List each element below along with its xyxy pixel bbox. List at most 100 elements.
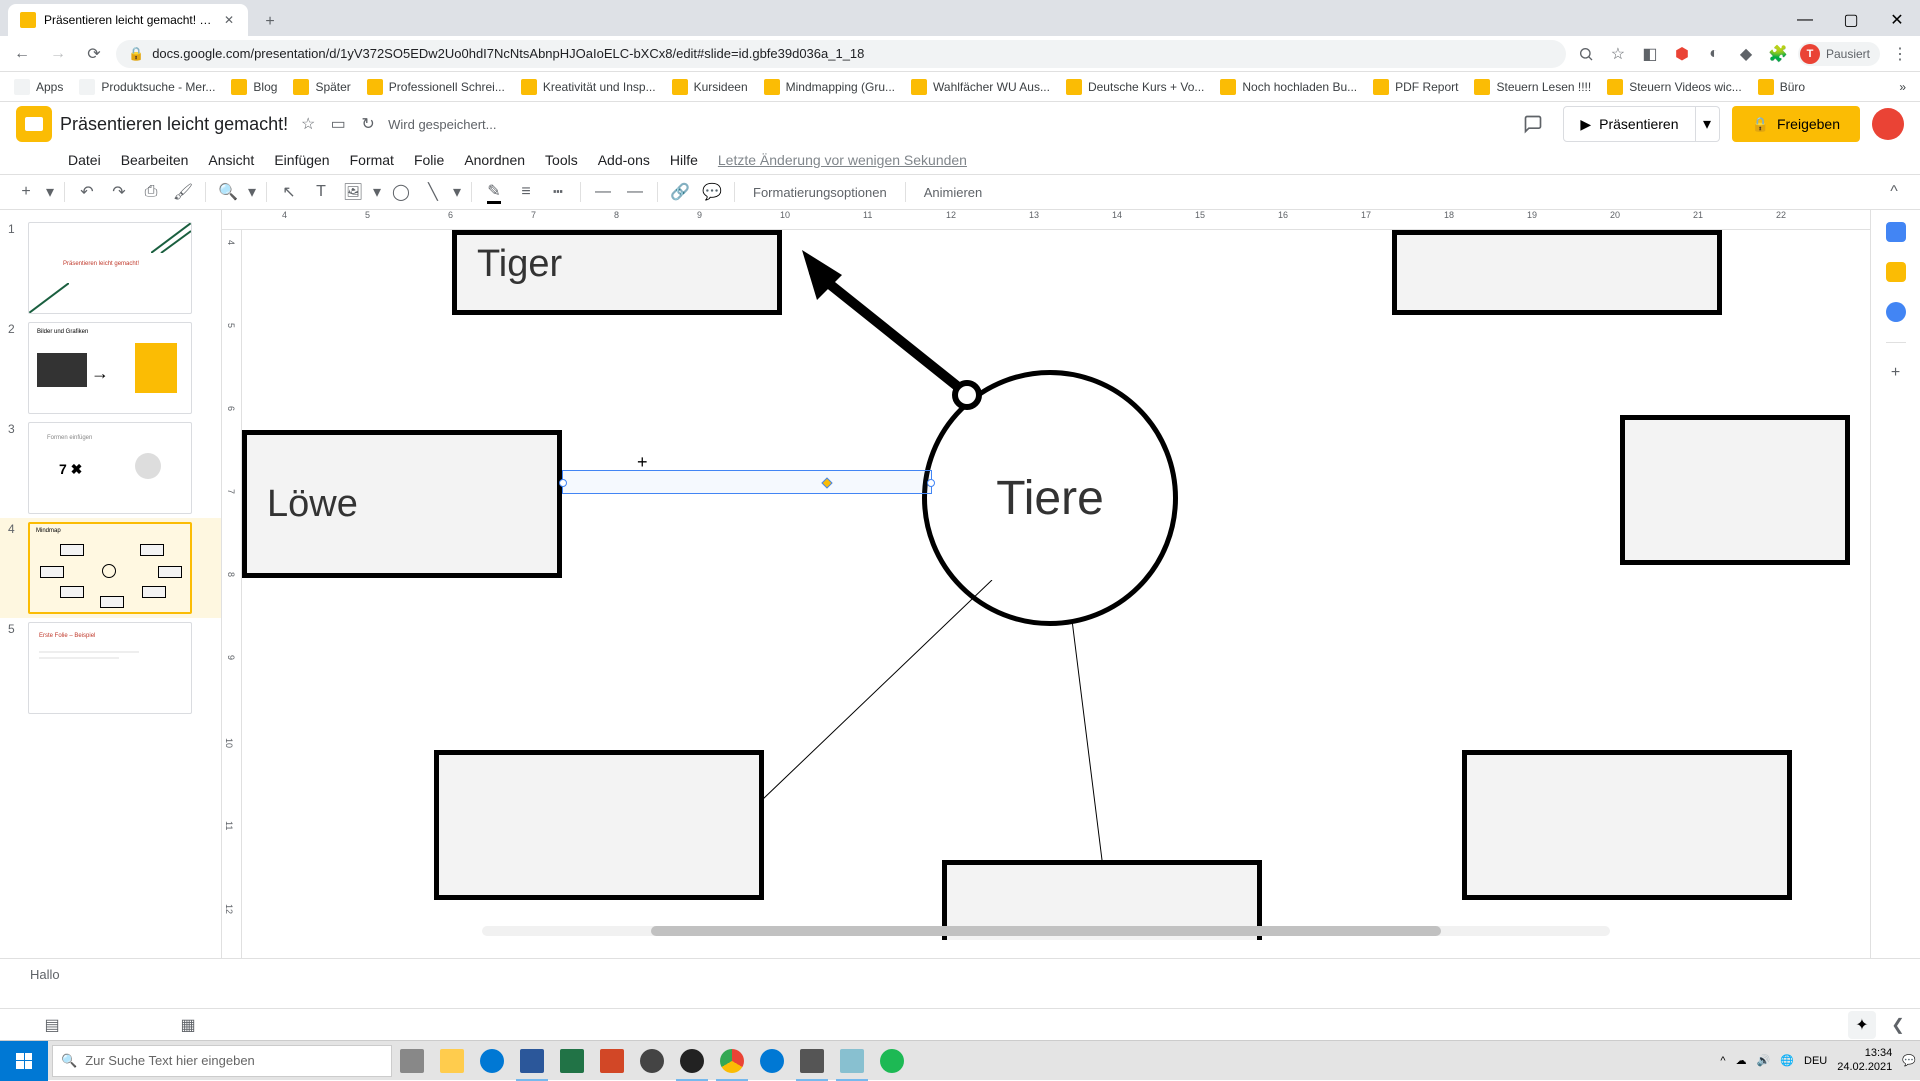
select-tool[interactable]: ↖ xyxy=(275,178,303,206)
bookmark-item[interactable]: Steuern Lesen !!!! xyxy=(1468,75,1597,99)
line-dropdown[interactable]: ▾ xyxy=(451,178,463,206)
shape-empty-box[interactable] xyxy=(1392,230,1722,315)
powerpoint-icon[interactable] xyxy=(592,1041,632,1081)
border-dash-button[interactable]: ┅ xyxy=(544,178,572,206)
slide-thumbnail-2[interactable]: 2 Bilder und Grafiken → xyxy=(0,318,221,418)
textbox-tool[interactable]: T xyxy=(307,178,335,206)
bookmark-item[interactable]: Deutsche Kurs + Vo... xyxy=(1060,75,1210,99)
start-button[interactable] xyxy=(0,1041,48,1081)
undo-button[interactable]: ↶ xyxy=(73,178,101,206)
taskbar-clock[interactable]: 13:34 24.02.2021 xyxy=(1837,1047,1892,1073)
bookmark-item[interactable]: Später xyxy=(287,75,356,99)
calendar-addon-icon[interactable] xyxy=(1886,222,1906,242)
menu-hilfe[interactable]: Hilfe xyxy=(662,148,706,172)
notifications-icon[interactable]: 💬 xyxy=(1902,1054,1916,1067)
animate-button[interactable]: Animieren xyxy=(914,178,993,206)
shape-empty-box[interactable] xyxy=(434,750,764,900)
bookmark-item[interactable]: PDF Report xyxy=(1367,75,1464,99)
bookmark-apps[interactable]: Apps xyxy=(8,75,69,99)
zoom-button[interactable]: 🔍 xyxy=(214,178,242,206)
bookmark-item[interactable]: Kreativität und Insp... xyxy=(515,75,662,99)
bookmark-item[interactable]: Steuern Videos wic... xyxy=(1601,75,1748,99)
url-field[interactable]: 🔒 docs.google.com/presentation/d/1yV372S… xyxy=(116,40,1566,68)
slide-thumbnail-5[interactable]: 5 Erste Folie – Beispiel xyxy=(0,618,221,718)
file-explorer-icon[interactable] xyxy=(432,1041,472,1081)
forward-button[interactable]: → xyxy=(44,40,72,68)
edge-icon[interactable] xyxy=(752,1041,792,1081)
image-dropdown[interactable]: ▾ xyxy=(371,178,383,206)
obs-icon[interactable] xyxy=(672,1041,712,1081)
bookmarks-overflow[interactable]: » xyxy=(1893,76,1912,98)
tray-language[interactable]: DEU xyxy=(1804,1055,1827,1067)
keep-addon-icon[interactable] xyxy=(1886,262,1906,282)
maximize-button[interactable]: ▢ xyxy=(1828,4,1874,36)
bookmark-item[interactable]: Wahlfächer WU Aus... xyxy=(905,75,1056,99)
doc-title[interactable]: Präsentieren leicht gemacht! xyxy=(60,114,288,135)
back-button[interactable]: ← xyxy=(8,40,36,68)
redo-button[interactable]: ↷ xyxy=(105,178,133,206)
shape-empty-box[interactable] xyxy=(1462,750,1792,900)
selected-arrow-shape[interactable] xyxy=(562,470,932,494)
shape-empty-box[interactable] xyxy=(1620,415,1850,565)
menu-tools[interactable]: Tools xyxy=(537,148,586,172)
menu-ansicht[interactable]: Ansicht xyxy=(200,148,262,172)
word-icon[interactable] xyxy=(512,1041,552,1081)
new-slide-button[interactable]: + xyxy=(12,178,40,206)
menu-addons[interactable]: Add-ons xyxy=(590,148,658,172)
menu-datei[interactable]: Datei xyxy=(60,148,109,172)
format-options-button[interactable]: Formatierungsoptionen xyxy=(743,178,897,206)
edge-legacy-icon[interactable] xyxy=(472,1041,512,1081)
menu-format[interactable]: Format xyxy=(342,148,402,172)
zoom-icon[interactable] xyxy=(1574,42,1598,66)
menu-bearbeiten[interactable]: Bearbeiten xyxy=(113,148,197,172)
user-avatar[interactable] xyxy=(1872,108,1904,140)
extensions-menu-icon[interactable]: 🧩 xyxy=(1766,42,1790,66)
paint-format-button[interactable]: 🖌 xyxy=(169,178,197,206)
present-button[interactable]: ▶ Präsentieren xyxy=(1563,106,1695,142)
shape-loewe-box[interactable]: Löwe xyxy=(242,430,562,578)
menu-einfuegen[interactable]: Einfügen xyxy=(266,148,337,172)
tray-volume-icon[interactable]: 🔊 xyxy=(1757,1054,1771,1067)
link-button[interactable]: 🔗 xyxy=(666,178,694,206)
collapse-toolbar-button[interactable]: ^ xyxy=(1880,178,1908,206)
star-icon[interactable]: ☆ xyxy=(1606,42,1630,66)
tray-onedrive-icon[interactable]: ☁ xyxy=(1736,1054,1747,1067)
slide-thumbnail-1[interactable]: 1 Präsentieren leicht gemacht! xyxy=(0,218,221,318)
chrome-icon[interactable] xyxy=(712,1041,752,1081)
filmstrip-view-button[interactable]: ▤ xyxy=(40,1013,64,1037)
add-addon-button[interactable]: + xyxy=(1886,363,1906,383)
bookmark-item[interactable]: Produktsuche - Mer... xyxy=(73,75,221,99)
tray-network-icon[interactable]: 🌐 xyxy=(1780,1054,1794,1067)
comment-button[interactable]: 💬 xyxy=(698,178,726,206)
line-tool[interactable]: ╲ xyxy=(419,178,447,206)
qr-icon[interactable]: ◧ xyxy=(1638,42,1662,66)
horizontal-scrollbar[interactable] xyxy=(482,926,1610,936)
taskbar-search[interactable]: 🔍 Zur Suche Text hier eingeben xyxy=(52,1045,392,1077)
tasks-addon-icon[interactable] xyxy=(1886,302,1906,322)
star-icon[interactable]: ☆ xyxy=(298,114,318,134)
bookmark-item[interactable]: Kursideen xyxy=(666,75,754,99)
shape-tool[interactable]: ◯ xyxy=(387,178,415,206)
bookmark-item[interactable]: Büro xyxy=(1752,75,1811,99)
border-weight-button[interactable]: ≡ xyxy=(512,178,540,206)
app2-icon[interactable] xyxy=(792,1041,832,1081)
line-start-button[interactable]: — xyxy=(589,178,617,206)
minimize-button[interactable]: — xyxy=(1782,4,1828,36)
image-tool[interactable]: 🖼 xyxy=(339,178,367,206)
grid-view-button[interactable]: ▦ xyxy=(176,1013,200,1037)
menu-folie[interactable]: Folie xyxy=(406,148,452,172)
app-icon[interactable] xyxy=(632,1041,672,1081)
excel-icon[interactable] xyxy=(552,1041,592,1081)
notepad-icon[interactable] xyxy=(832,1041,872,1081)
explore-button[interactable]: ✦ xyxy=(1848,1011,1876,1039)
bookmark-item[interactable]: Blog xyxy=(225,75,283,99)
close-window-button[interactable]: ✕ xyxy=(1874,4,1920,36)
browser-tab[interactable]: Präsentieren leicht gemacht! - G ✕ xyxy=(8,4,248,36)
slide-thumbnail-4[interactable]: 4 Mindmap xyxy=(0,518,221,618)
arrow-tiger-tiere[interactable] xyxy=(772,240,992,410)
print-button[interactable]: ⎙ xyxy=(137,178,165,206)
cloud-sync-icon[interactable]: ↻ xyxy=(358,114,378,134)
canvas-area[interactable]: 4 5 6 7 8 9 10 11 12 13 14 15 16 17 18 1… xyxy=(222,210,1870,958)
slides-logo-icon[interactable] xyxy=(16,106,52,142)
extension2-icon[interactable]: ◐ xyxy=(1702,42,1726,66)
